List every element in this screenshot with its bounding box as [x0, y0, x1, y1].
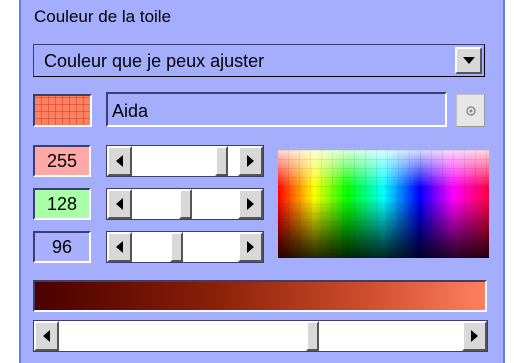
arrow-right-icon — [247, 198, 254, 210]
color-mode-select[interactable]: Couleur que je peux ajuster — [33, 44, 485, 77]
blue-slider-thumb[interactable] — [170, 232, 183, 262]
arrow-right-icon — [471, 330, 478, 342]
dropdown-button[interactable] — [455, 47, 482, 74]
blue-slider-right-button[interactable] — [238, 232, 263, 262]
green-value-field[interactable]: 128 — [33, 188, 91, 220]
color-mode-selected: Couleur que je peux ajuster — [44, 51, 265, 71]
red-slider-thumb[interactable] — [215, 146, 228, 176]
blue-slider-left-button[interactable] — [107, 232, 132, 262]
red-slider-right-button[interactable] — [238, 146, 263, 176]
eyedropper-icon — [465, 105, 476, 116]
green-slider[interactable] — [106, 188, 264, 220]
arrow-left-icon — [116, 241, 123, 253]
shade-gradient-bar[interactable] — [33, 280, 487, 312]
palette-grid — [278, 150, 489, 258]
color-palette[interactable] — [278, 150, 489, 258]
arrow-left-icon — [116, 155, 123, 167]
color-swatch[interactable] — [33, 94, 92, 127]
blue-value-field[interactable]: 96 — [33, 231, 91, 263]
arrow-left-icon — [116, 198, 123, 210]
arrow-right-icon — [247, 155, 254, 167]
red-slider[interactable] — [106, 145, 264, 177]
color-name-field[interactable]: Aida — [106, 92, 447, 127]
shade-slider-right-button[interactable] — [462, 321, 487, 351]
green-slider-thumb[interactable] — [179, 189, 192, 219]
shade-slider-thumb[interactable] — [306, 321, 319, 351]
color-name-value: Aida — [112, 101, 149, 121]
blue-slider[interactable] — [106, 231, 264, 263]
red-slider-left-button[interactable] — [107, 146, 132, 176]
shade-slider-left-button[interactable] — [34, 321, 59, 351]
picker-button[interactable] — [456, 94, 485, 127]
shade-slider[interactable] — [33, 320, 488, 352]
chevron-down-icon — [462, 57, 475, 64]
green-slider-right-button[interactable] — [238, 189, 263, 219]
arrow-left-icon — [43, 330, 50, 342]
red-value-field[interactable]: 255 — [33, 145, 91, 177]
green-slider-left-button[interactable] — [107, 189, 132, 219]
panel-title: Couleur de la toile — [34, 7, 172, 26]
arrow-right-icon — [247, 241, 254, 253]
